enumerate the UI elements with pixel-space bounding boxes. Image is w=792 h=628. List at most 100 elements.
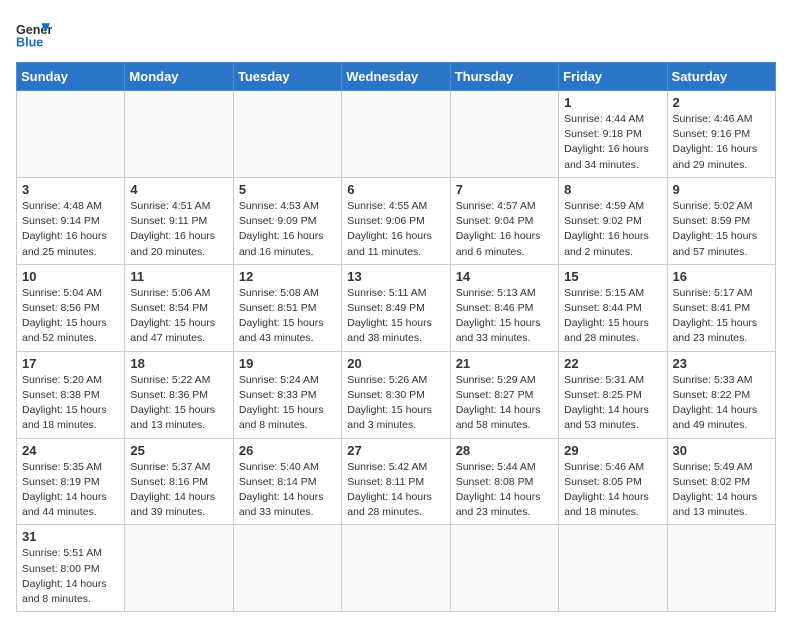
- day-number: 3: [22, 182, 119, 197]
- day-info: Sunrise: 4:44 AM Sunset: 9:18 PM Dayligh…: [564, 112, 661, 173]
- calendar-cell: 7Sunrise: 4:57 AM Sunset: 9:04 PM Daylig…: [450, 177, 558, 264]
- logo: General Blue: [16, 16, 52, 52]
- day-info: Sunrise: 5:20 AM Sunset: 8:38 PM Dayligh…: [22, 373, 119, 434]
- day-number: 15: [564, 269, 661, 284]
- day-number: 25: [130, 443, 227, 458]
- calendar-cell: 4 Sunrise: 4:51 AM Sunset: 9:11 PM Daylig…: [125, 177, 233, 264]
- day-number: 16: [673, 269, 770, 284]
- day-number: 2: [673, 95, 770, 110]
- calendar-cell: 25 Sunrise: 5:37 AM Sunset: 8:16 PM Dayli…: [125, 438, 233, 525]
- calendar-cell: 3Sunrise: 4:48 AM Sunset: 9:14 PM Daylig…: [17, 177, 125, 264]
- day-info: Sunrise: 5:35 AM Sunset: 8:19 PM Dayligh…: [22, 460, 119, 521]
- day-info: Sunrise: 5:17 AM Sunset: 8:41 PM Dayligh…: [673, 286, 770, 347]
- calendar-cell: 30 Sunrise: 5:49 AM Sunset: 8:02 PM Dayli…: [667, 438, 775, 525]
- day-number: 4: [130, 182, 227, 197]
- day-info: Sunrise: 5:51 AM Sunset: 8:00 PM Dayligh…: [22, 546, 119, 607]
- col-header-friday: Friday: [559, 63, 667, 91]
- day-number: 29: [564, 443, 661, 458]
- day-number: 14: [456, 269, 553, 284]
- calendar-cell: [559, 525, 667, 612]
- calendar-cell: 17 Sunrise: 5:20 AM Sunset: 8:38 PM Dayli…: [17, 351, 125, 438]
- day-info: Sunrise: 4:59 AM Sunset: 9:02 PM Dayligh…: [564, 199, 661, 260]
- calendar-cell: 1 Sunrise: 4:44 AM Sunset: 9:18 PM Daylig…: [559, 91, 667, 178]
- col-header-saturday: Saturday: [667, 63, 775, 91]
- calendar-cell: 10 Sunrise: 5:04 AM Sunset: 8:56 PM Dayli…: [17, 264, 125, 351]
- calendar-cell: 18 Sunrise: 5:22 AM Sunset: 8:36 PM Dayli…: [125, 351, 233, 438]
- day-number: 9: [673, 182, 770, 197]
- day-number: 30: [673, 443, 770, 458]
- calendar-cell: 21 Sunrise: 5:29 AM Sunset: 8:27 PM Dayli…: [450, 351, 558, 438]
- day-info: Sunrise: 5:04 AM Sunset: 8:56 PM Dayligh…: [22, 286, 119, 347]
- day-info: Sunrise: 5:24 AM Sunset: 8:33 PM Dayligh…: [239, 373, 336, 434]
- day-info: Sunrise: 5:13 AM Sunset: 8:46 PM Dayligh…: [456, 286, 553, 347]
- col-header-thursday: Thursday: [450, 63, 558, 91]
- day-info: Sunrise: 5:08 AM Sunset: 8:51 PM Dayligh…: [239, 286, 336, 347]
- day-number: 11: [130, 269, 227, 284]
- col-header-wednesday: Wednesday: [342, 63, 450, 91]
- day-number: 20: [347, 356, 444, 371]
- day-number: 6: [347, 182, 444, 197]
- col-header-sunday: Sunday: [17, 63, 125, 91]
- day-info: Sunrise: 5:11 AM Sunset: 8:49 PM Dayligh…: [347, 286, 444, 347]
- day-number: 18: [130, 356, 227, 371]
- day-info: Sunrise: 5:49 AM Sunset: 8:02 PM Dayligh…: [673, 460, 770, 521]
- calendar-cell: [342, 525, 450, 612]
- day-info: Sunrise: 5:44 AM Sunset: 8:08 PM Dayligh…: [456, 460, 553, 521]
- header-row: SundayMondayTuesdayWednesdayThursdayFrid…: [17, 63, 776, 91]
- calendar-cell: [450, 91, 558, 178]
- day-info: Sunrise: 4:55 AM Sunset: 9:06 PM Dayligh…: [347, 199, 444, 260]
- day-number: 1: [564, 95, 661, 110]
- day-number: 12: [239, 269, 336, 284]
- day-number: 13: [347, 269, 444, 284]
- day-number: 8: [564, 182, 661, 197]
- calendar-cell: 19Sunrise: 5:24 AM Sunset: 8:33 PM Dayli…: [233, 351, 341, 438]
- day-number: 17: [22, 356, 119, 371]
- day-info: Sunrise: 4:51 AM Sunset: 9:11 PM Dayligh…: [130, 199, 227, 260]
- calendar-week-5: 24Sunrise: 5:35 AM Sunset: 8:19 PM Dayli…: [17, 438, 776, 525]
- calendar-cell: [17, 91, 125, 178]
- day-info: Sunrise: 4:57 AM Sunset: 9:04 PM Dayligh…: [456, 199, 553, 260]
- calendar-cell: 22Sunrise: 5:31 AM Sunset: 8:25 PM Dayli…: [559, 351, 667, 438]
- calendar-cell: 16 Sunrise: 5:17 AM Sunset: 8:41 PM Dayli…: [667, 264, 775, 351]
- calendar-table: SundayMondayTuesdayWednesdayThursdayFrid…: [16, 62, 776, 612]
- calendar-cell: 6 Sunrise: 4:55 AM Sunset: 9:06 PM Daylig…: [342, 177, 450, 264]
- calendar-cell: 12 Sunrise: 5:08 AM Sunset: 8:51 PM Dayli…: [233, 264, 341, 351]
- day-info: Sunrise: 5:02 AM Sunset: 8:59 PM Dayligh…: [673, 199, 770, 260]
- day-info: Sunrise: 5:42 AM Sunset: 8:11 PM Dayligh…: [347, 460, 444, 521]
- calendar-cell: [450, 525, 558, 612]
- calendar-cell: 15Sunrise: 5:15 AM Sunset: 8:44 PM Dayli…: [559, 264, 667, 351]
- calendar-cell: 31 Sunrise: 5:51 AM Sunset: 8:00 PM Dayli…: [17, 525, 125, 612]
- day-number: 26: [239, 443, 336, 458]
- calendar-cell: 11 Sunrise: 5:06 AM Sunset: 8:54 PM Dayli…: [125, 264, 233, 351]
- day-info: Sunrise: 4:46 AM Sunset: 9:16 PM Dayligh…: [673, 112, 770, 173]
- calendar-cell: [667, 525, 775, 612]
- day-number: 10: [22, 269, 119, 284]
- calendar-cell: 20 Sunrise: 5:26 AM Sunset: 8:30 PM Dayli…: [342, 351, 450, 438]
- calendar-cell: 24Sunrise: 5:35 AM Sunset: 8:19 PM Dayli…: [17, 438, 125, 525]
- day-info: Sunrise: 5:26 AM Sunset: 8:30 PM Dayligh…: [347, 373, 444, 434]
- page-header: General Blue: [16, 16, 776, 52]
- calendar-cell: 23Sunrise: 5:33 AM Sunset: 8:22 PM Dayli…: [667, 351, 775, 438]
- calendar-cell: [342, 91, 450, 178]
- day-number: 21: [456, 356, 553, 371]
- calendar-cell: 29Sunrise: 5:46 AM Sunset: 8:05 PM Dayli…: [559, 438, 667, 525]
- calendar-week-3: 10 Sunrise: 5:04 AM Sunset: 8:56 PM Dayli…: [17, 264, 776, 351]
- logo-icon: General Blue: [16, 16, 52, 52]
- day-info: Sunrise: 5:06 AM Sunset: 8:54 PM Dayligh…: [130, 286, 227, 347]
- calendar-cell: 2 Sunrise: 4:46 AM Sunset: 9:16 PM Daylig…: [667, 91, 775, 178]
- day-number: 27: [347, 443, 444, 458]
- calendar-cell: [125, 525, 233, 612]
- day-info: Sunrise: 5:22 AM Sunset: 8:36 PM Dayligh…: [130, 373, 227, 434]
- calendar-cell: 28Sunrise: 5:44 AM Sunset: 8:08 PM Dayli…: [450, 438, 558, 525]
- svg-text:Blue: Blue: [16, 36, 43, 50]
- calendar-cell: 13 Sunrise: 5:11 AM Sunset: 8:49 PM Dayli…: [342, 264, 450, 351]
- calendar-cell: 26Sunrise: 5:40 AM Sunset: 8:14 PM Dayli…: [233, 438, 341, 525]
- day-number: 31: [22, 529, 119, 544]
- day-number: 5: [239, 182, 336, 197]
- day-info: Sunrise: 5:37 AM Sunset: 8:16 PM Dayligh…: [130, 460, 227, 521]
- calendar-cell: [233, 91, 341, 178]
- day-info: Sunrise: 5:33 AM Sunset: 8:22 PM Dayligh…: [673, 373, 770, 434]
- day-number: 22: [564, 356, 661, 371]
- day-info: Sunrise: 5:29 AM Sunset: 8:27 PM Dayligh…: [456, 373, 553, 434]
- calendar-cell: 27 Sunrise: 5:42 AM Sunset: 8:11 PM Dayli…: [342, 438, 450, 525]
